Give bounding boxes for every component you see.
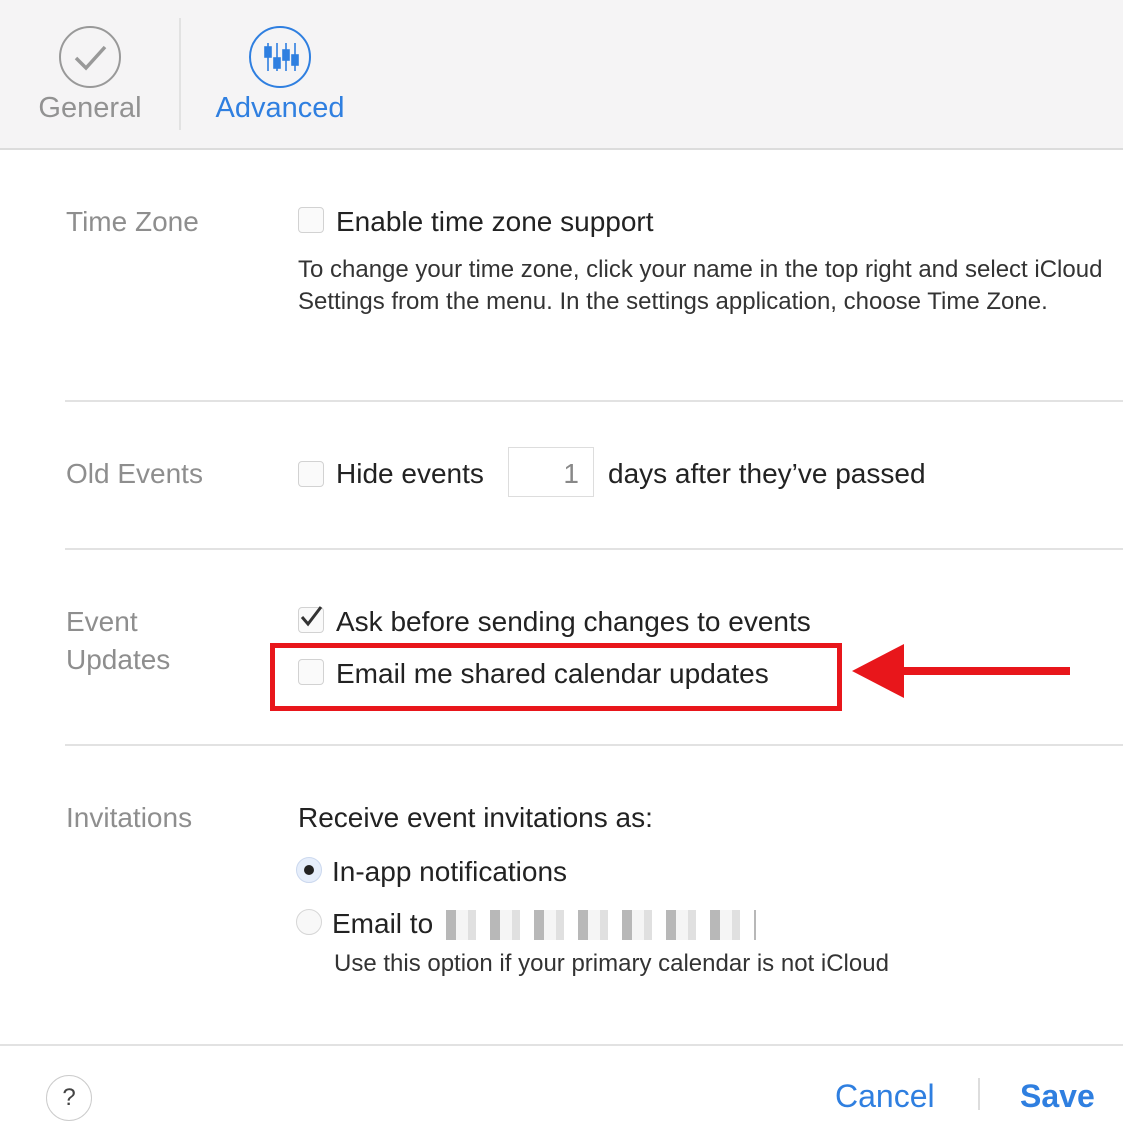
divider xyxy=(65,744,1123,746)
invitations-heading: Receive event invitations as: xyxy=(298,802,653,833)
tab-general[interactable]: General xyxy=(36,26,144,125)
days-suffix: days after they’ve passed xyxy=(608,458,926,489)
checkmark-icon xyxy=(300,606,323,627)
email-radio[interactable] xyxy=(296,909,322,935)
email-updates-label: Email me shared calendar updates xyxy=(336,658,769,689)
sliders-icon xyxy=(249,26,311,88)
email-note: Use this option if your primary calendar… xyxy=(334,950,889,977)
in-app-label: In-app notifications xyxy=(332,856,568,887)
hide-events-label: Hide events xyxy=(336,458,484,489)
cancel-button[interactable]: Cancel xyxy=(835,1078,935,1115)
tab-advanced[interactable]: Advanced xyxy=(212,26,348,125)
tab-label: Advanced xyxy=(215,92,345,124)
hide-events-checkbox[interactable] xyxy=(298,461,324,487)
invitations-label: Invitations xyxy=(66,802,193,833)
help-button[interactable]: ? xyxy=(46,1075,92,1121)
save-button[interactable]: Save xyxy=(1020,1078,1095,1115)
arrow-annotation-icon xyxy=(852,644,1070,698)
old-events-label: Old Events xyxy=(66,458,203,489)
footer-divider xyxy=(0,1044,1123,1046)
event-updates-label: Event Updates xyxy=(66,606,171,675)
time-zone-checkbox-label: Enable time zone support xyxy=(336,206,654,237)
email-label: Email to xyxy=(332,908,434,939)
divider xyxy=(65,548,1123,550)
footer-separator xyxy=(978,1078,980,1110)
ask-before-label: Ask before sending changes to events xyxy=(336,606,811,637)
in-app-radio[interactable] xyxy=(296,857,322,883)
checkmark-icon xyxy=(59,26,121,88)
time-zone-checkbox[interactable] xyxy=(298,207,324,233)
time-zone-help: To change your time zone, click your nam… xyxy=(298,256,1103,315)
time-zone-label: Time Zone xyxy=(66,206,199,237)
tab-label: General xyxy=(38,92,142,124)
redacted-email xyxy=(446,910,756,940)
email-updates-checkbox[interactable] xyxy=(298,659,324,685)
ask-before-checkbox[interactable] xyxy=(298,606,324,633)
toolbar: General Advanced xyxy=(0,0,1123,150)
tab-divider xyxy=(179,18,181,130)
divider xyxy=(65,400,1123,402)
days-input[interactable]: 1 xyxy=(508,447,594,497)
